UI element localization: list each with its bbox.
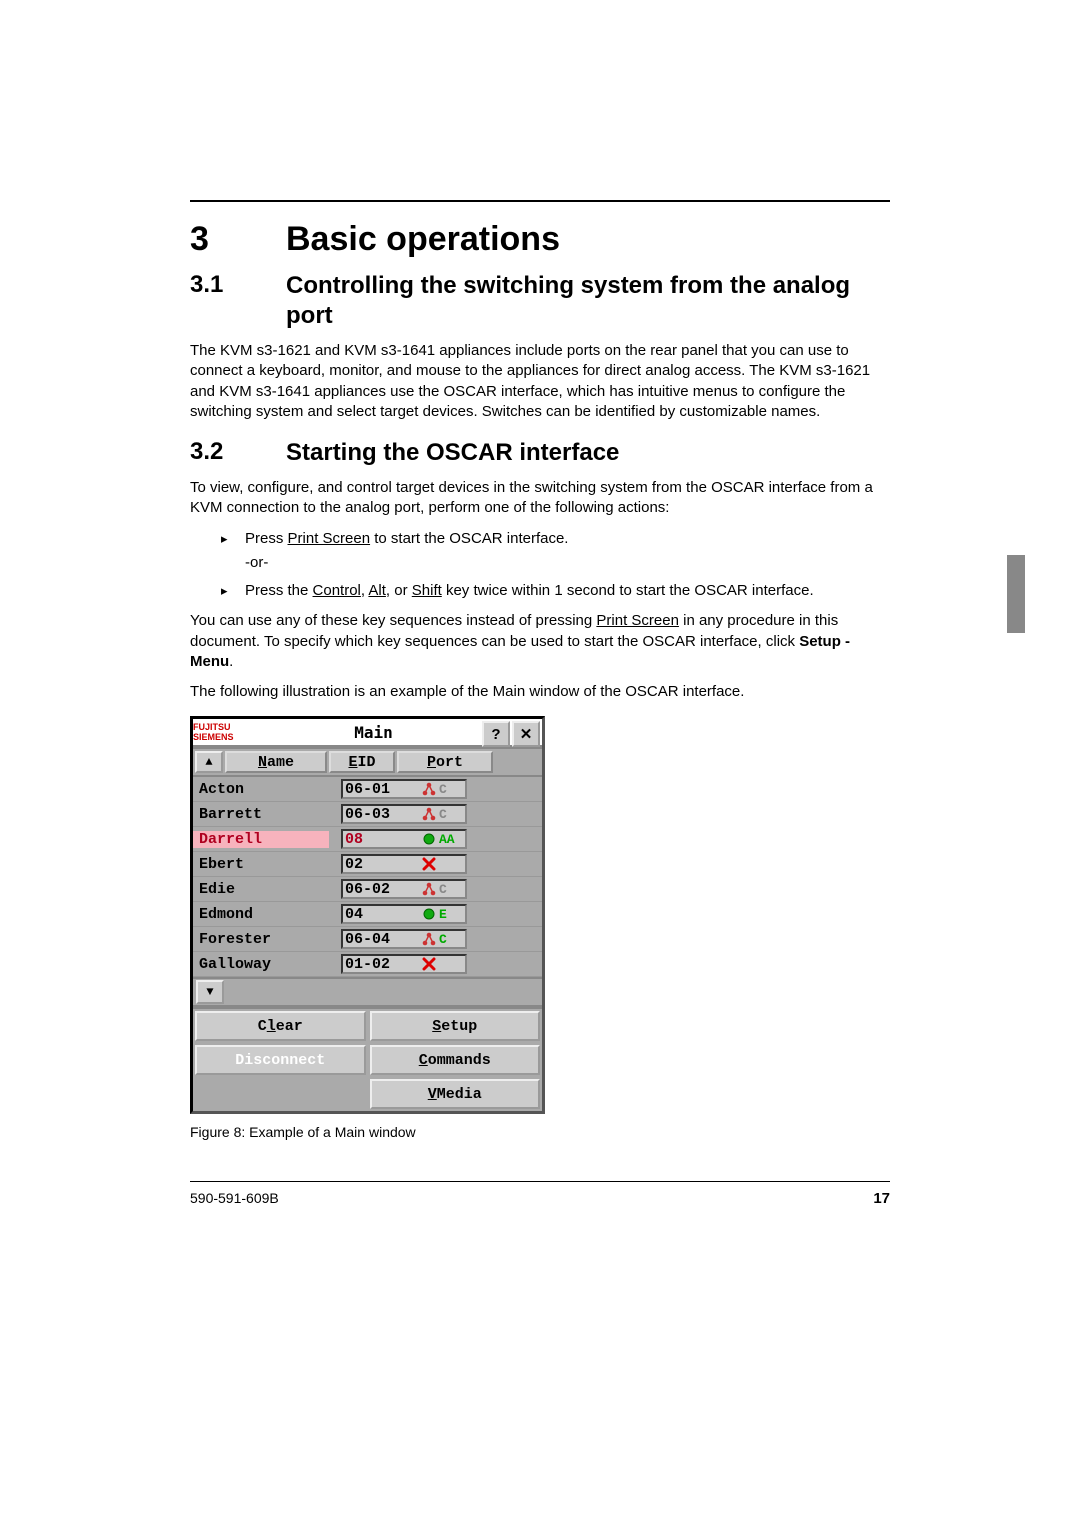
status-icon: [419, 931, 439, 947]
cell-name: Edie: [193, 881, 329, 898]
oscar-scroll-row: ▼: [193, 977, 542, 1007]
oscar-window: FUJITSU SIEMENS Main ? ✕ ▲ Name EID Port…: [190, 716, 545, 1114]
commands-button[interactable]: Commands: [370, 1045, 541, 1075]
cell-name: Edmond: [193, 906, 329, 923]
status-tag: E: [439, 907, 459, 922]
section-3-1-heading: 3.1 Controlling the switching system fro…: [190, 271, 890, 331]
status-icon: [419, 881, 439, 897]
disconnect-button[interactable]: Disconnect: [195, 1045, 366, 1075]
table-row[interactable]: Edie06-02 C: [193, 877, 542, 902]
list-item: Press the Control, Alt, or Shift key twi…: [245, 581, 890, 601]
oscar-column-headers: ▲ Name EID Port: [193, 747, 542, 777]
chapter-title: Basic operations: [286, 220, 560, 259]
section-3-2-heading: 3.2 Starting the OSCAR interface: [190, 438, 890, 468]
sort-up-button[interactable]: ▲: [195, 751, 223, 773]
cell-port: 06-04: [329, 929, 419, 949]
oscar-rows: Acton06-01 C Barrett06-03 C Darrell08 AA Ebert…: [193, 777, 542, 977]
oscar-titlebar: FUJITSU SIEMENS Main ? ✕: [193, 719, 542, 747]
status-icon: [419, 781, 439, 797]
table-row[interactable]: Ebert02: [193, 852, 542, 877]
page-content: 3 Basic operations 3.1 Controlling the s…: [190, 200, 890, 1140]
section-title: Controlling the switching system from th…: [286, 271, 890, 331]
fujitsu-siemens-logo: FUJITSU SIEMENS: [193, 719, 265, 745]
status-icon: [419, 857, 439, 871]
table-row[interactable]: Barrett06-03 C: [193, 802, 542, 827]
status-icon: [419, 806, 439, 822]
doc-number: 590-591-609B: [190, 1190, 279, 1206]
table-row[interactable]: Darrell08 AA: [193, 827, 542, 852]
status-tag: C: [439, 932, 459, 947]
status-tag: C: [439, 782, 459, 797]
section-3-1-paragraph: The KVM s3-1621 and KVM s3-1641 applianc…: [190, 341, 890, 422]
status-tag: C: [439, 807, 459, 822]
cell-port: 06-03: [329, 804, 419, 824]
figure-caption: Figure 8: Example of a Main window: [190, 1124, 890, 1140]
page-footer: 590-591-609B 17: [190, 1175, 890, 1208]
column-eid[interactable]: EID: [329, 751, 395, 773]
cell-name: Forester: [193, 931, 329, 948]
section-3-2-paragraph-2: You can use any of these key sequences i…: [190, 611, 890, 672]
column-name[interactable]: Name: [225, 751, 327, 773]
column-port[interactable]: Port: [397, 751, 493, 773]
oscar-title: Main: [265, 719, 482, 745]
sort-down-button[interactable]: ▼: [196, 980, 224, 1004]
status-icon: [419, 907, 439, 921]
status-tag: C: [439, 882, 459, 897]
cell-port: 08: [329, 829, 419, 849]
status-tag: AA: [439, 832, 459, 847]
help-button[interactable]: ?: [482, 721, 510, 747]
chapter-number: 3: [190, 220, 286, 259]
section-number: 3.1: [190, 271, 286, 299]
cell-port: 01-02: [329, 954, 419, 974]
oscar-buttons: Clear Setup Disconnect Commands VMedia: [193, 1007, 542, 1111]
close-button[interactable]: ✕: [512, 721, 540, 747]
chapter-heading: 3 Basic operations: [190, 220, 890, 259]
status-icon: [419, 957, 439, 971]
section-number: 3.2: [190, 438, 286, 466]
cell-port: 04: [329, 904, 419, 924]
table-row[interactable]: Galloway01-02: [193, 952, 542, 977]
vmedia-button[interactable]: VMedia: [370, 1079, 541, 1109]
section-3-2-intro: To view, configure, and control target d…: [190, 478, 890, 519]
cell-port: 06-02: [329, 879, 419, 899]
section-3-2-list: Press Print Screen to start the OSCAR in…: [190, 529, 890, 602]
cell-name: Ebert: [193, 856, 329, 873]
cell-name: Acton: [193, 781, 329, 798]
section-3-2-paragraph-3: The following illustration is an example…: [190, 682, 890, 702]
table-row[interactable]: Edmond04 E: [193, 902, 542, 927]
setup-button[interactable]: Setup: [370, 1011, 541, 1041]
cell-port: 02: [329, 854, 419, 874]
page-number: 17: [873, 1190, 890, 1207]
table-row[interactable]: Acton06-01 C: [193, 777, 542, 802]
clear-button[interactable]: Clear: [195, 1011, 366, 1041]
cell-name: Darrell: [193, 831, 329, 848]
cell-name: Galloway: [193, 956, 329, 973]
cell-name: Barrett: [193, 806, 329, 823]
cell-port: 06-01: [329, 779, 419, 799]
list-item: Press Print Screen to start the OSCAR in…: [245, 529, 890, 574]
section-title: Starting the OSCAR interface: [286, 438, 619, 468]
status-icon: [419, 832, 439, 846]
thumb-index-tab: [1007, 555, 1025, 633]
table-row[interactable]: Forester06-04 C: [193, 927, 542, 952]
